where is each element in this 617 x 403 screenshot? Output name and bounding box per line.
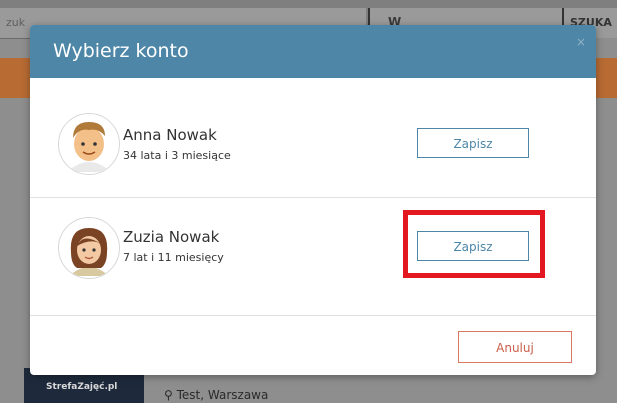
close-icon[interactable]: × [576,35,586,49]
cancel-button[interactable]: Anuluj [458,331,572,363]
row-divider [30,197,596,198]
female-avatar-icon [58,217,120,279]
account-age: 34 lata i 3 miesiące [123,149,231,162]
background-card-location: ⚲ Test, Warszawa [164,388,268,402]
account-name: Zuzia Nowak [123,228,220,246]
male-avatar-icon [58,113,120,175]
modal-header: Wybierz konto × [30,25,596,78]
background-card-location-text: Test, Warszawa [176,388,269,402]
row-divider [30,315,596,316]
location-pin-icon: ⚲ [164,388,173,402]
background-search-text: zuk [6,16,26,29]
account-name: Anna Nowak [123,126,217,144]
zapisz-button-anna[interactable]: Zapisz [417,128,529,158]
modal-title: Wybierz konto [53,40,189,62]
choose-account-modal: Wybierz konto × Anna Nowak 34 lata i 3 m… [30,25,596,375]
highlight-box [403,210,545,278]
background-card-brand: StrefaZajęć.pl [46,382,118,392]
account-age: 7 lat i 11 miesięcy [123,251,224,264]
